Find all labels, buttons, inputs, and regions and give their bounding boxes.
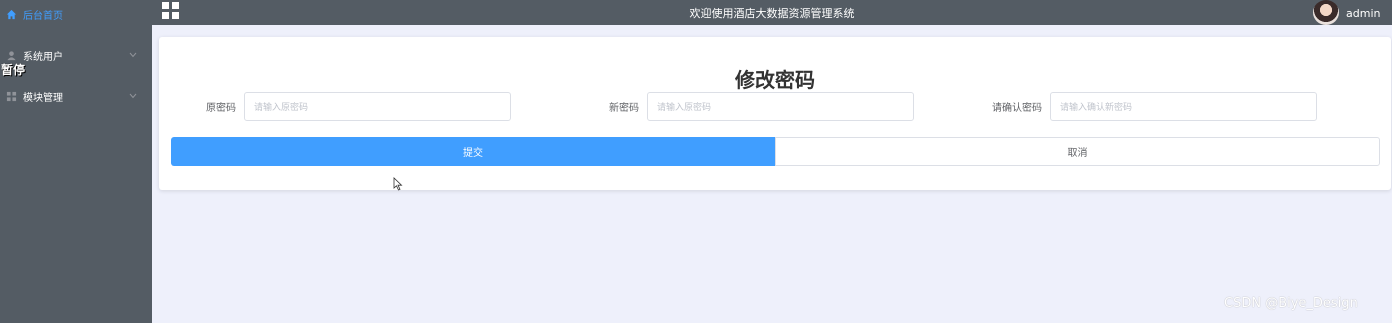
watermark: CSDN @Biye_Design [1224, 296, 1358, 311]
sidebar-item-label: 系统用户 [23, 51, 63, 63]
chevron-down-icon [128, 50, 138, 60]
sidebar-item-home[interactable]: 后台首页 [0, 0, 152, 28]
sidebar-item-modules[interactable]: 模块管理 [0, 82, 152, 110]
cancel-button[interactable]: 取消 [775, 137, 1380, 166]
paused-overlay: 暂停 [1, 63, 26, 77]
top-bar: 欢迎使用酒店大数据资源管理系统 admin [152, 0, 1392, 25]
sidebar-item-label: 模块管理 [23, 92, 63, 104]
new-password-input[interactable]: 请输入原密码 [647, 92, 914, 121]
form-title: 修改密码 [735, 68, 815, 92]
user-icon [5, 49, 17, 61]
submit-button[interactable]: 提交 [171, 137, 775, 166]
old-password-label: 原密码 [206, 103, 236, 114]
new-password-label: 新密码 [609, 103, 639, 114]
chevron-down-icon [128, 91, 138, 101]
mouse-cursor-icon [393, 177, 403, 191]
old-password-input[interactable]: 请输入原密码 [244, 92, 511, 121]
password-form-card: 修改密码 原密码 请输入原密码 新密码 请输入原密码 请确认密码 请输入确认新密… [159, 37, 1391, 190]
sidebar-item-label: 后台首页 [23, 10, 63, 22]
home-icon [5, 8, 17, 20]
page-title: 欢迎使用酒店大数据资源管理系统 [689, 7, 855, 20]
confirm-password-label: 请确认密码 [992, 103, 1042, 114]
avatar[interactable] [1313, 0, 1339, 25]
sidebar: 后台首页 系统用户 模块管理 暂停 [0, 0, 152, 323]
username[interactable]: admin [1346, 7, 1380, 20]
grid-icon [5, 90, 17, 102]
confirm-password-input[interactable]: 请输入确认新密码 [1050, 92, 1317, 121]
